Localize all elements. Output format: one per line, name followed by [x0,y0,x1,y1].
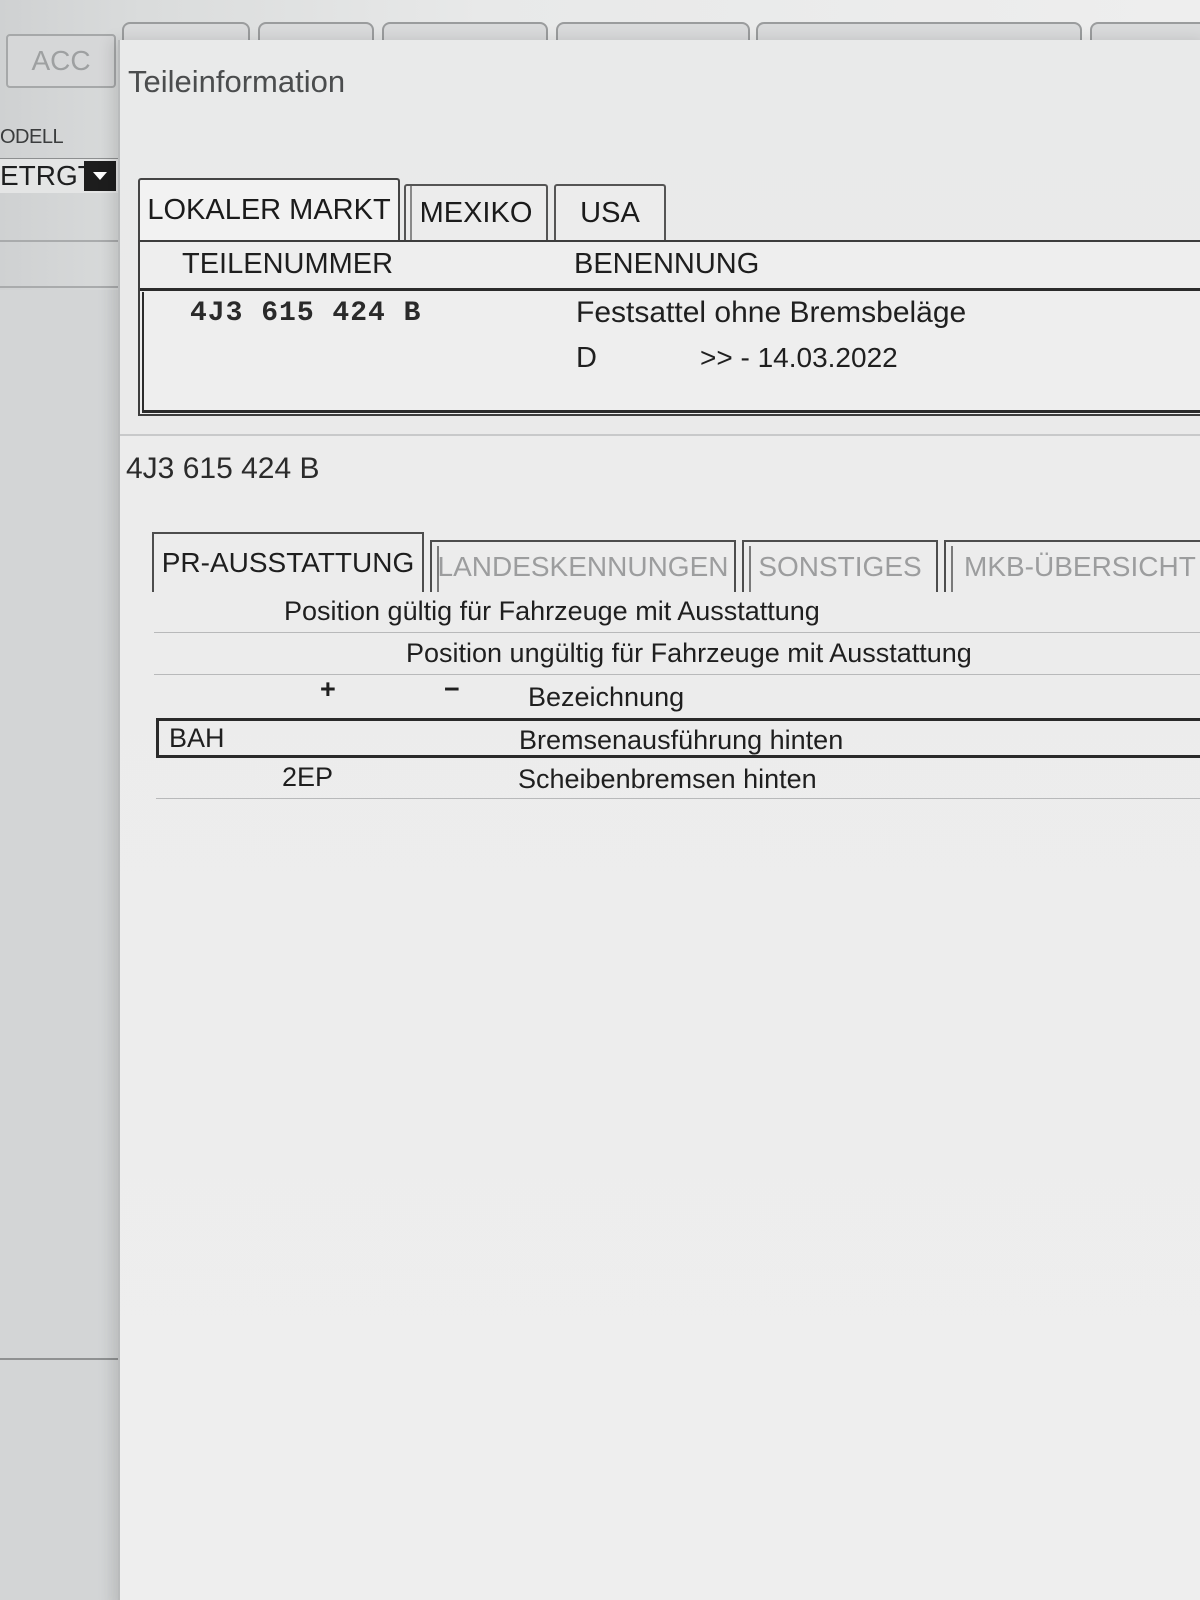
tab-label: MEXIKO [419,196,533,229]
part-number: 4J3 615 424 B [190,298,422,329]
detail-tabs: PR-AUSSTATTUNG LANDESKENNUNGEN SONSTIGES… [152,528,1200,592]
tab-label: MKB-ÜBERSICHT [964,551,1196,582]
header-invalid: Position ungültig für Fahrzeuge mit Auss… [406,638,972,668]
dialog-title: Teileinformation [128,64,346,99]
table-row[interactable]: 4J3 615 424 B Festsattel ohne Bremsbeläg… [142,292,1200,413]
header-valid-row: Position gültig für Fahrzeuge mit Aussta… [154,592,1200,633]
plus-column-header[interactable]: + [320,674,336,705]
tab-mexiko[interactable]: MEXIKO [404,184,548,240]
modell-select[interactable]: ETRGT [0,158,118,193]
minus-column-header[interactable]: − [444,674,460,705]
market-tabs: LOKALER MARKT MEXIKO USA [138,178,1200,240]
dropdown-arrow-icon[interactable] [84,161,116,191]
equipment-description: Scheibenbremsen hinten [518,764,817,794]
tab-pr-ausstattung[interactable]: PR-AUSSTATTUNG [152,532,424,592]
tab-label: PR-AUSSTATTUNG [161,547,415,578]
column-header-teilenummer[interactable]: TEILENUMMER [182,248,393,281]
equipment-description: Bremsenausführung hinten [519,725,844,755]
tab-landeskennungen[interactable]: LANDESKENNUNGEN [430,540,736,592]
modell-label: ODELL [0,126,64,148]
screen: ACC ODELL ETRGT Teileinformation LOKALER… [0,0,1200,1600]
equipment-code: BAH [169,723,225,753]
detail-title: 4J3 615 424 B [126,452,320,485]
tab-lokaler-markt[interactable]: LOKALER MARKT [138,178,400,240]
part-code: D [576,342,597,374]
tab-label: USA [580,196,640,229]
tab-label: LANDESKENNUNGEN [437,551,729,582]
part-validity: >> - 14.03.2022 [700,342,898,373]
header-valid: Position gültig für Fahrzeuge mit Aussta… [284,596,820,626]
modell-select-value: ETRGT [0,160,95,191]
tab-mkb-uebersicht[interactable]: MKB-ÜBERSICHT [944,540,1200,592]
tab-usa[interactable]: USA [554,184,666,240]
teileinformation-dialog: Teileinformation LOKALER MARKT MEXIKO US… [118,40,1200,1600]
acc-button[interactable]: ACC [6,34,116,88]
background-divider [0,240,122,242]
tab-sonstiges[interactable]: SONSTIGES [742,540,938,592]
column-header-bezeichnung[interactable]: Bezeichnung [528,682,684,713]
detail-panel: 4J3 615 424 B PR-AUSSTATTUNG LANDESKENNU… [120,434,1200,1600]
parts-table: TEILENUMMER BENENNUNG 4J3 615 424 B Fest… [138,240,1200,416]
background-divider [0,286,122,288]
column-header-row: + − Bezeichnung [154,674,1200,716]
parts-table-header: TEILENUMMER BENENNUNG [140,242,1200,291]
column-header-benennung[interactable]: BENENNUNG [574,248,759,281]
tab-label: SONSTIGES [758,551,922,582]
table-row[interactable]: 2EP Scheibenbremsen hinten [156,758,1200,799]
part-name: Festsattel ohne Bremsbeläge [576,296,967,329]
table-row-selected[interactable]: BAH Bremsenausführung hinten [156,718,1200,758]
tab-label: LOKALER MARKT [147,193,391,226]
header-invalid-row: Position ungültig für Fahrzeuge mit Auss… [154,634,1200,675]
equipment-code: 2EP [282,762,334,792]
